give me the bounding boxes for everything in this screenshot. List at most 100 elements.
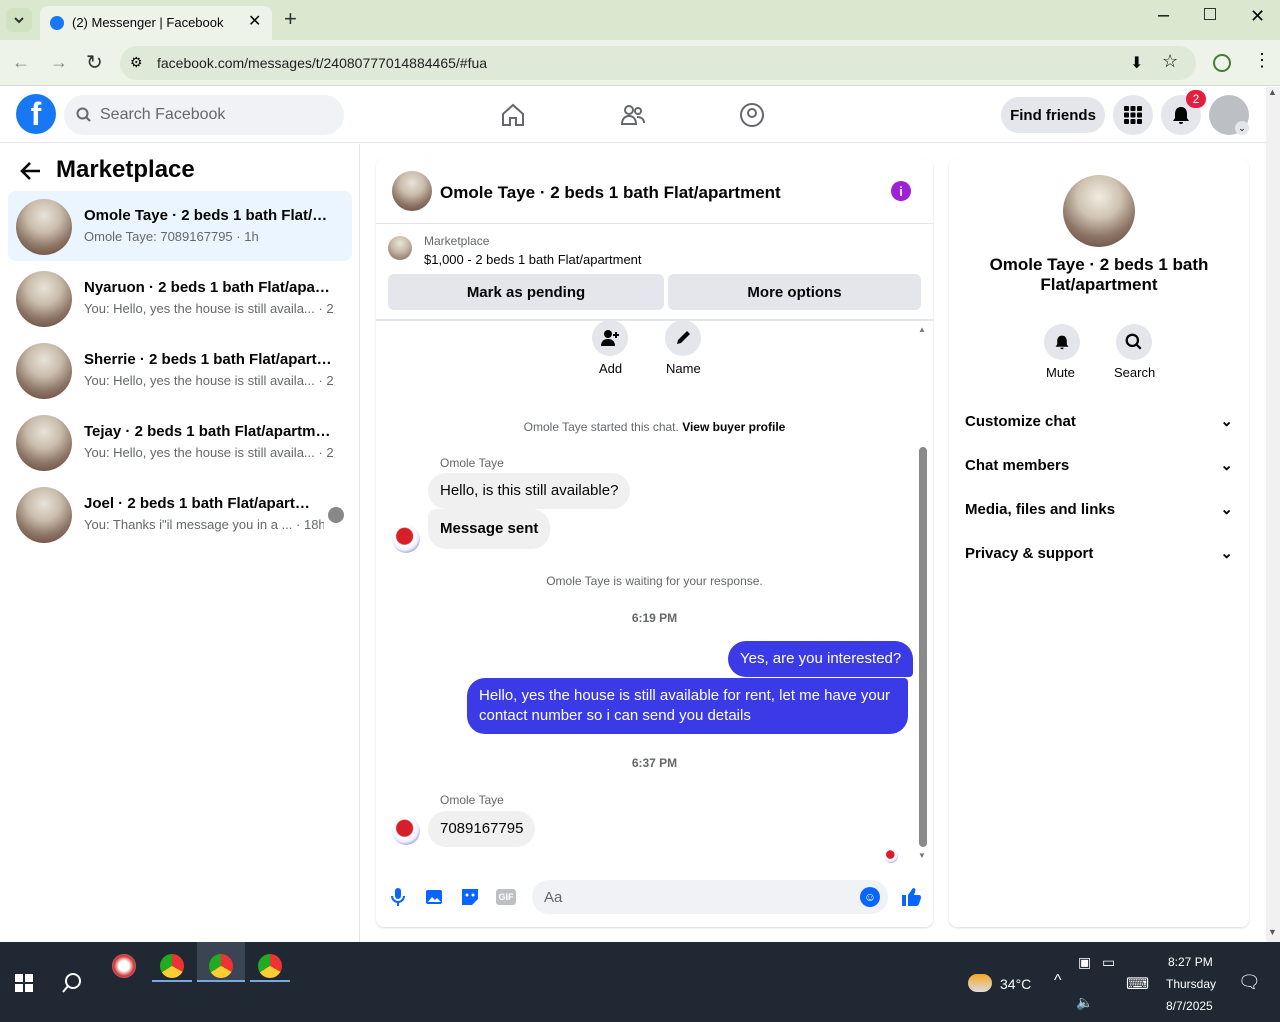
notification-center-icon[interactable]: 🗨 [1238, 972, 1261, 993]
groups-icon[interactable] [739, 102, 765, 128]
site-info-icon[interactable]: ⚙ [130, 54, 143, 71]
listing-divider [376, 319, 933, 321]
photo-icon[interactable] [424, 887, 444, 907]
windows-start-icon[interactable] [15, 974, 33, 992]
bookmark-star-icon[interactable]: ☆ [1162, 51, 1178, 72]
preview-text: You: Hello, yes the house is still avail… [84, 301, 315, 316]
address-bar[interactable]: ⚙ facebook.com/messages/t/24080777014884… [120, 46, 1196, 80]
tray-chevron-icon[interactable]: ^ [1054, 972, 1062, 990]
thumbs-up-icon[interactable] [900, 886, 922, 908]
listing-detail[interactable]: $1,000 - 2 beds 1 bath Flat/apartment [424, 252, 642, 267]
microphone-icon[interactable] [390, 887, 406, 907]
profile-icon[interactable] [1213, 54, 1231, 72]
back-arrow-icon[interactable] [20, 161, 42, 181]
browser-tab[interactable]: (2) Messenger | Facebook ✕ [40, 6, 272, 40]
started-text: Omole Taye started this chat. [523, 420, 679, 434]
search-icon [1125, 333, 1142, 350]
url-text[interactable]: facebook.com/messages/t/2408077701488446… [157, 55, 487, 71]
forward-icon[interactable]: → [50, 52, 68, 73]
back-icon[interactable]: ← [12, 52, 30, 73]
search-placeholder: Search Facebook [100, 106, 226, 123]
meet-icon[interactable]: ▣ [1078, 954, 1091, 971]
minimize-icon[interactable]: – [1158, 4, 1169, 27]
install-app-icon[interactable]: ⬇ [1130, 53, 1143, 73]
add-people-button[interactable] [592, 320, 628, 356]
outgoing-message[interactable]: Yes, are you interested? [728, 641, 914, 677]
conversation-item[interactable]: Omole Taye · 2 beds 1 bath Flat/ap... Om… [8, 191, 352, 261]
info-icon[interactable]: i [891, 181, 911, 201]
weather-temp[interactable]: 34°C [1000, 976, 1031, 992]
friends-icon[interactable] [620, 102, 646, 128]
taskbar-search-icon[interactable] [61, 972, 83, 994]
conversation-title: Joel · 2 beds 1 bath Flat/apartm... [84, 495, 316, 512]
chat-members-section[interactable]: Chat members ⌄ [965, 445, 1233, 485]
view-buyer-link[interactable]: View buyer profile [682, 420, 785, 434]
find-friends-button[interactable]: Find friends [1001, 97, 1105, 133]
chrome-icon[interactable] [258, 954, 282, 978]
mute-button[interactable] [1044, 324, 1080, 360]
weather-icon[interactable] [968, 974, 992, 992]
search-icon [76, 107, 91, 122]
mark-pending-button[interactable]: Mark as pending [388, 274, 664, 310]
chat-scrollbar[interactable]: ▲ ▼ [918, 325, 928, 865]
restore-icon[interactable] [1204, 8, 1216, 20]
message-input[interactable]: Aa ☺ [532, 880, 888, 914]
account-chevron-icon[interactable]: ⌄ [1235, 121, 1249, 135]
clock-day[interactable]: Thursday [1166, 977, 1216, 991]
chat-scroll-thumb[interactable] [919, 447, 927, 847]
browser-menu-icon[interactable]: ⋮ [1253, 50, 1271, 71]
customize-chat-section[interactable]: Customize chat ⌄ [965, 401, 1233, 441]
media-files-links-section[interactable]: Media, files and links ⌄ [965, 489, 1233, 529]
conversation-preview: You: Hello, yes the house is still avail… [84, 445, 334, 460]
incoming-message[interactable]: 7089167795 [428, 811, 536, 847]
chat-title[interactable]: Omole Taye · 2 beds 1 bath Flat/apartmen… [440, 183, 781, 203]
tab-search-button[interactable] [6, 8, 32, 32]
clock-date[interactable]: 8/7/2025 [1166, 999, 1213, 1013]
keyboard-icon[interactable]: ⌨ [1126, 974, 1149, 994]
chat-scroll-up-icon[interactable]: ▲ [918, 325, 926, 334]
home-icon[interactable] [500, 102, 526, 128]
conversation-item[interactable]: Nyaruon · 2 beds 1 bath Flat/apart... Yo… [8, 263, 352, 333]
search-conversation-button[interactable] [1116, 324, 1152, 360]
incoming-message[interactable]: Hello, is this still available? [428, 473, 631, 509]
more-options-button[interactable]: More options [668, 274, 921, 310]
outgoing-message[interactable]: Hello, yes the house is still available … [467, 678, 908, 734]
new-tab-icon[interactable]: + [284, 6, 297, 32]
chat-scroll-down-icon[interactable]: ▼ [918, 851, 926, 860]
volume-icon[interactable]: 🔈 [1076, 994, 1093, 1011]
menu-grid-button[interactable] [1113, 95, 1153, 135]
close-tab-icon[interactable]: ✕ [248, 11, 261, 31]
clock-time[interactable]: 8:27 PM [1168, 955, 1213, 969]
chrome-icon[interactable] [160, 954, 184, 978]
page-scrollbar[interactable]: ▲ ▼ [1266, 87, 1280, 942]
conversation-item[interactable]: Joel · 2 beds 1 bath Flat/apartm... You:… [8, 479, 352, 549]
message-text: 7089167795 [440, 820, 524, 837]
bell-icon [1055, 335, 1069, 350]
preview-text: Omole Taye: 7089167795 [84, 229, 233, 244]
facebook-logo-icon[interactable]: f [16, 94, 56, 134]
chrome-icon[interactable] [209, 954, 233, 978]
facebook-favicon-icon [50, 16, 64, 30]
scroll-down-icon[interactable]: ▼ [1268, 927, 1277, 937]
emoji-icon[interactable]: ☺ [860, 887, 880, 907]
scroll-up-icon[interactable]: ▲ [1268, 87, 1277, 97]
details-listing-photo[interactable] [1063, 175, 1135, 247]
reload-icon[interactable]: ↻ [86, 50, 103, 75]
close-window-icon[interactable]: ✕ [1250, 6, 1265, 27]
mute-label: Mute [1046, 365, 1075, 380]
network-icon[interactable]: ▭ [1102, 954, 1115, 971]
chat-header-thumbnail[interactable] [392, 171, 432, 211]
privacy-support-section[interactable]: Privacy & support ⌄ [965, 533, 1233, 573]
sender-avatar[interactable] [392, 525, 420, 553]
conversation-item[interactable]: Tejay · 2 beds 1 bath Flat/apartment You… [8, 407, 352, 477]
gif-icon[interactable]: GIF [496, 889, 516, 905]
incoming-message[interactable]: Message sent [428, 509, 551, 549]
sender-avatar[interactable] [392, 817, 420, 845]
sticker-icon[interactable] [460, 887, 480, 907]
facebook-search[interactable]: Search Facebook [64, 95, 344, 135]
app-icon[interactable] [112, 954, 136, 978]
chat-started-note: Omole Taye started this chat. View buyer… [376, 420, 933, 434]
conversation-item[interactable]: Sherrie · 2 beds 1 bath Flat/apartm... Y… [8, 335, 352, 405]
find-friends-label: Find friends [1010, 106, 1096, 124]
name-button[interactable] [665, 320, 701, 356]
